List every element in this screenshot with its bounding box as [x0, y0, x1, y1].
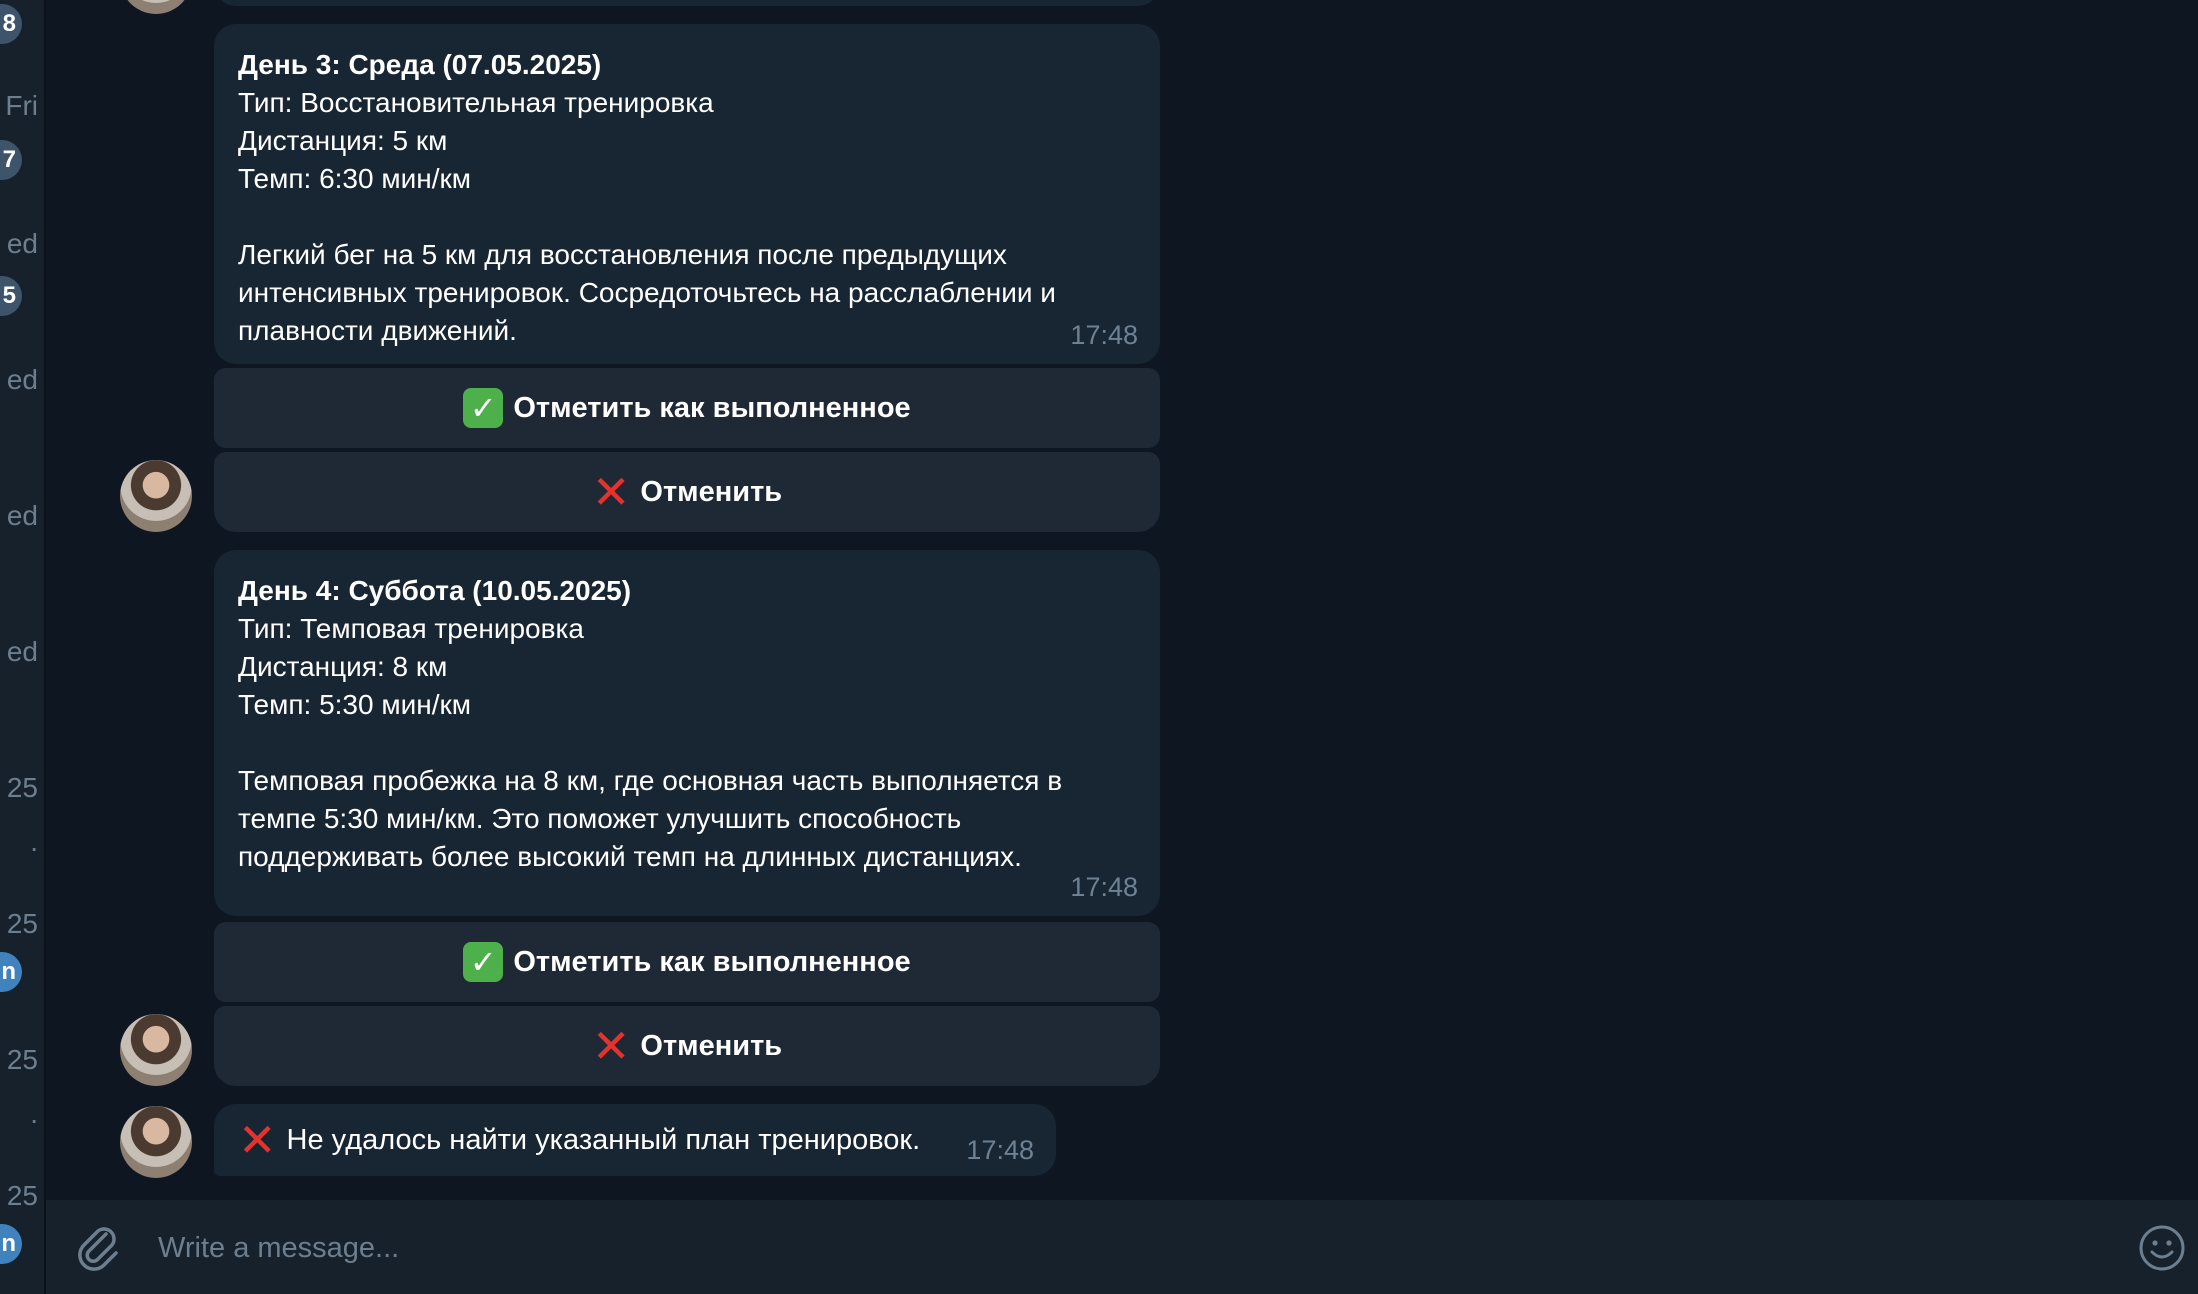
cancel-label: Отменить	[640, 1029, 783, 1062]
message-title: День 3: Среда (07.05.2025)	[238, 49, 602, 80]
workout-distance: Дистанция: 8 км	[238, 651, 448, 682]
workout-description-line: плавности движений.	[238, 315, 517, 346]
chat-list-time: .	[30, 826, 38, 857]
check-mark-icon: ✓	[463, 388, 504, 428]
chat-list-time: 25	[6, 772, 38, 803]
error-message: ✕ Не удалось найти указанный план тренир…	[214, 1104, 1056, 1176]
workout-description-line: Темповая пробежка на 8 км, где основная …	[238, 765, 1063, 796]
bot-avatar[interactable]	[120, 0, 192, 14]
bot-avatar[interactable]	[120, 460, 192, 532]
message-time: 17:48	[1070, 320, 1138, 350]
check-mark-icon: ✓	[463, 942, 504, 982]
workout-description-line: интенсивных тренировок. Сосредоточьтесь …	[238, 277, 1056, 308]
bot-avatar[interactable]	[120, 1014, 192, 1086]
workout-description-line: темпе 5:30 мин/км. Это поможет улучшить …	[238, 803, 962, 834]
mark-done-label: Отметить как выполненное	[513, 391, 911, 424]
unread-badge: n	[0, 1224, 22, 1264]
workout-pace: Темп: 5:30 мин/км	[238, 689, 471, 720]
paperclip-icon[interactable]	[72, 1220, 124, 1272]
chat-messages-area[interactable]: День 3: Среда (07.05.2025) Тип: Восстано…	[46, 0, 2198, 1198]
smile-icon[interactable]	[2138, 1224, 2186, 1272]
chat-list-sidebar[interactable]: 8 Fri 7 ed 5 ed ed ed 25 . 25 n 25 . 25 …	[0, 0, 46, 1294]
mark-done-label: Отметить как выполненное	[513, 945, 911, 978]
training-day-message: День 3: Среда (07.05.2025) Тип: Восстано…	[214, 24, 1160, 364]
mark-done-button[interactable]: ✓ Отметить как выполненное	[214, 922, 1160, 1002]
chat-list-time: 25	[6, 1044, 38, 1075]
chat-list-time: ed	[6, 228, 38, 259]
cross-mark-icon: ✕	[238, 1114, 277, 1166]
chat-list-time: 25	[6, 1180, 38, 1211]
message-title: День 4: Суббота (10.05.2025)	[238, 575, 632, 606]
workout-type: Тип: Темповая тренировка	[238, 613, 584, 644]
message-time: 17:48	[966, 1135, 1034, 1165]
unread-badge: 5	[0, 276, 22, 316]
cross-mark-icon: ✕	[591, 466, 631, 518]
workout-distance: Дистанция: 5 км	[238, 125, 448, 156]
chat-list-time: ed	[6, 636, 38, 667]
chat-list-time: Fri	[5, 90, 38, 121]
workout-description-line: Легкий бег на 5 км для восстановления по…	[238, 239, 1007, 270]
mark-done-button[interactable]: ✓ Отметить как выполненное	[214, 368, 1160, 448]
chat-list-time: .	[30, 1098, 38, 1129]
message-input[interactable]	[156, 1222, 2060, 1274]
unread-badge: 7	[0, 140, 22, 180]
chat-list-time: 25	[6, 908, 38, 939]
cancel-button[interactable]: ✕ Отменить	[214, 452, 1160, 532]
unread-badge: n	[0, 952, 22, 992]
bot-avatar[interactable]	[120, 1106, 192, 1178]
cross-mark-icon: ✕	[591, 1020, 631, 1072]
chat-list-time: ed	[6, 500, 38, 531]
workout-pace: Темп: 6:30 мин/км	[238, 163, 471, 194]
chat-list-time: ed	[6, 364, 38, 395]
training-day-message: День 4: Суббота (10.05.2025) Тип: Темпов…	[214, 550, 1160, 916]
error-message-text: Не удалось найти указанный план трениров…	[286, 1123, 921, 1156]
cancel-button[interactable]: ✕ Отменить	[214, 1006, 1160, 1086]
workout-type: Тип: Восстановительная тренировка	[238, 87, 714, 118]
previous-message-edge	[214, 0, 1160, 6]
message-time: 17:48	[1070, 872, 1138, 902]
cancel-label: Отменить	[640, 475, 783, 508]
message-composer	[46, 1200, 2198, 1294]
workout-description-line: поддерживать более высокий темп на длинн…	[238, 841, 1022, 872]
unread-badge: 8	[0, 4, 22, 44]
